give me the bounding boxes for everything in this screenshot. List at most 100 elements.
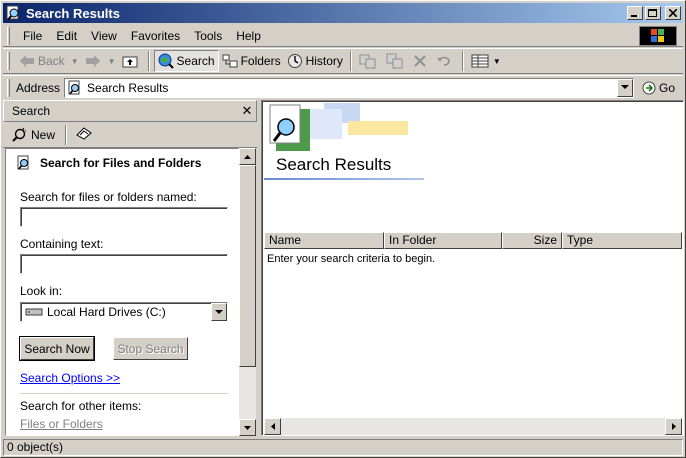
menu-help[interactable]: Help [229, 29, 268, 43]
folders-button[interactable]: Folders [219, 50, 284, 72]
back-label: Back [38, 54, 65, 68]
search-results-banner-icon [269, 103, 408, 151]
back-arrow-icon [20, 55, 34, 67]
go-arrow-icon [642, 81, 656, 94]
column-name[interactable]: Name [264, 232, 384, 249]
toolbar-separator [147, 51, 150, 71]
back-button[interactable]: Back ▼ [16, 50, 82, 72]
search-button[interactable]: Search [153, 50, 219, 72]
status-bar: 0 object(s) [3, 438, 683, 456]
forward-arrow-icon [85, 55, 100, 67]
status-text: 0 object(s) [3, 438, 683, 456]
pane-toolbar-separator [65, 124, 68, 145]
folders-label: Folders [240, 54, 281, 68]
other-items-label: Search for other items: [20, 399, 142, 413]
go-label: Go [659, 80, 676, 95]
close-button[interactable] [665, 6, 681, 20]
column-in-folder[interactable]: In Folder [384, 232, 502, 249]
views-dropdown-icon: ▼ [492, 56, 501, 66]
search-heading-text: Search for Files and Folders [40, 156, 202, 170]
move-to-button[interactable] [356, 50, 383, 72]
scroll-down-button[interactable] [239, 419, 256, 436]
containing-text-input[interactable] [20, 254, 228, 274]
divider [20, 393, 228, 394]
delete-button[interactable] [410, 50, 433, 72]
toolbar-separator [349, 51, 352, 71]
file-name-input[interactable] [20, 207, 228, 227]
up-folder-icon [122, 56, 138, 68]
menu-file[interactable]: File [16, 29, 49, 43]
files-or-folders-link[interactable]: Files or Folders [20, 417, 103, 431]
results-hscrollbar[interactable] [264, 418, 682, 435]
scroll-up-button[interactable] [239, 148, 256, 165]
folders-icon [222, 54, 238, 68]
address-bar: Address Search Results Go [3, 75, 683, 99]
containing-label: Containing text: [20, 237, 104, 251]
results-pane: Search Results Name In Folder Size Type … [261, 100, 684, 436]
new-search-button[interactable]: New [11, 127, 55, 143]
minimize-button[interactable] [627, 6, 643, 20]
menu-tools[interactable]: Tools [187, 29, 229, 43]
search-heading: Search for Files and Folders [16, 155, 201, 171]
column-size[interactable]: Size [502, 232, 562, 249]
close-pane-icon[interactable]: ✕ [238, 103, 256, 119]
look-in-dropdown-button[interactable] [211, 303, 227, 321]
search-window-icon [6, 5, 19, 21]
menu-favorites[interactable]: Favorites [124, 29, 187, 43]
menu-bar: File Edit View Favorites Tools Help [3, 25, 683, 47]
views-button[interactable]: ▼ [468, 50, 504, 72]
scroll-right-button[interactable] [665, 418, 682, 435]
search-label: Search [176, 54, 215, 68]
address-input[interactable]: Search Results [64, 77, 635, 98]
history-icon [287, 54, 302, 68]
scroll-left-button[interactable] [264, 418, 281, 435]
address-grip[interactable] [7, 78, 10, 97]
up-folder-button[interactable] [119, 50, 144, 72]
results-title: Search Results [276, 155, 392, 174]
menu-edit[interactable]: Edit [49, 29, 84, 43]
forward-button[interactable]: ▼ [82, 50, 119, 72]
toolbar-grip[interactable] [7, 52, 10, 70]
standard-toolbar: Back ▼ ▼ Search Folders History ▼ [3, 48, 683, 74]
look-in-select[interactable]: Local Hard Drives (C:) [20, 302, 228, 322]
look-in-label: Look in: [20, 284, 63, 298]
search-now-button[interactable]: Search Now [19, 336, 95, 361]
title-bar[interactable]: Search Results [3, 3, 683, 23]
arrow-left-icon [270, 423, 275, 430]
arrow-down-icon [244, 425, 251, 430]
undo-button[interactable] [433, 50, 458, 72]
search-pane-header: Search ✕ [3, 100, 257, 122]
maximize-button[interactable] [645, 6, 661, 20]
column-type[interactable]: Type [562, 232, 682, 249]
results-hint: Enter your search criteria to begin. [267, 253, 436, 265]
menu-grip[interactable] [7, 26, 10, 45]
search-pane-scrollbar[interactable] [239, 148, 256, 436]
toolbar-separator [461, 51, 464, 71]
chevron-down-icon [621, 85, 630, 89]
window-title: Search Results [26, 5, 120, 21]
search-options-link[interactable]: Search Options >> [20, 371, 120, 385]
search-pane-toolbar: New [3, 122, 257, 148]
copy-to-button[interactable] [383, 50, 410, 72]
search-assistant-button[interactable] [75, 125, 93, 144]
new-search-icon [12, 127, 26, 142]
search-assistant-icon [76, 127, 92, 140]
scroll-thumb[interactable] [239, 165, 256, 367]
explorer-window: Search Results File Edit View Favorites … [0, 0, 686, 458]
arrow-right-icon [671, 423, 676, 430]
history-button[interactable]: History [284, 50, 346, 72]
forward-dropdown-icon[interactable]: ▼ [108, 57, 116, 66]
back-dropdown-icon[interactable]: ▼ [71, 57, 79, 66]
stop-search-button[interactable]: Stop Search [113, 337, 188, 360]
arrow-up-icon [244, 154, 251, 159]
search-form: Search for Files and Folders Search for … [5, 148, 239, 436]
go-button[interactable]: Go [642, 81, 675, 95]
menu-view[interactable]: View [84, 29, 124, 43]
search-results-small-icon [68, 80, 80, 94]
undo-icon [436, 56, 450, 66]
chevron-down-icon [215, 309, 223, 314]
hard-drive-icon [25, 308, 43, 316]
views-icon [471, 54, 489, 68]
address-dropdown-button[interactable] [617, 78, 634, 97]
new-search-label: New [31, 127, 56, 142]
